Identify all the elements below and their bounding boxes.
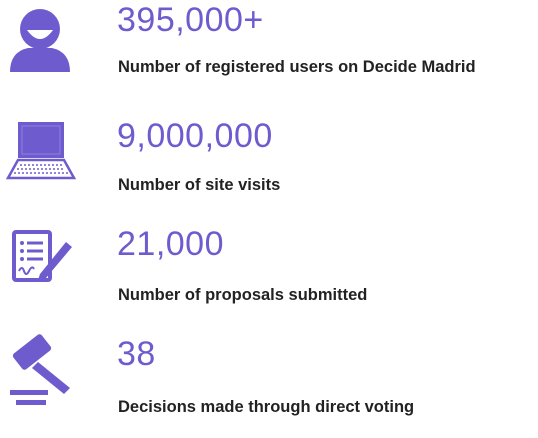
- laptop-icon: [4, 120, 76, 184]
- stat-decisions: 38 Decisions made through direct voting: [0, 334, 538, 438]
- stat-value: 395,000+: [117, 1, 264, 39]
- stat-proposals: 21,000 Number of proposals submitted: [0, 225, 538, 328]
- stat-value: 38: [117, 335, 156, 373]
- stat-label: Number of site visits: [118, 176, 281, 194]
- stat-value: 21,000: [117, 225, 224, 263]
- stat-label: Decisions made through direct voting: [118, 398, 415, 416]
- stat-label: Number of registered users on Decide Mad…: [118, 58, 476, 76]
- user-icon: [8, 8, 72, 72]
- gavel-icon: [8, 330, 76, 410]
- stat-registered-users: 395,000+ Number of registered users on D…: [0, 1, 538, 104]
- stat-label: Number of proposals submitted: [118, 286, 368, 304]
- stat-site-visits: 9,000,000 Number of site visits: [0, 117, 538, 220]
- stat-value: 9,000,000: [117, 117, 273, 155]
- signed-document-icon: [10, 228, 74, 292]
